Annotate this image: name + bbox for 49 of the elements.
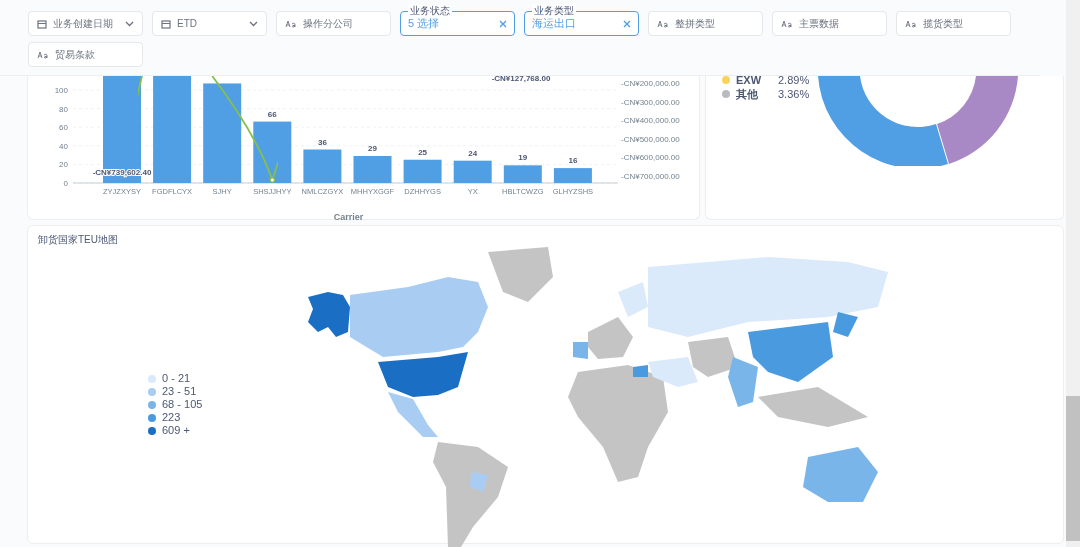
- y-axis-label: 0: [63, 179, 68, 188]
- bar-value-label: 16: [568, 156, 578, 166]
- filter-value: 5 选择: [408, 16, 441, 32]
- legend-value: 2.89%: [778, 73, 810, 87]
- y-axis-label: -CN¥700,000.00: [621, 171, 680, 181]
- filter-field[interactable]: 主票数据: [772, 11, 887, 36]
- bar-value-label: 25: [418, 147, 428, 157]
- y-axis-label: -CN¥500,000.00: [621, 134, 680, 144]
- filter-field[interactable]: 揽货类型: [896, 11, 1011, 36]
- x-axis-title: Carrier: [333, 211, 364, 224]
- filter-label: 业务状态: [408, 5, 452, 17]
- filter-label: 揽货类型: [923, 17, 964, 31]
- bar-value-label: 24: [468, 148, 478, 158]
- filter-label: 整拼类型: [675, 17, 716, 31]
- filter-label: 主票数据: [799, 17, 840, 31]
- legend-value: 3.36%: [778, 87, 810, 101]
- y-axis-label: 40: [59, 141, 68, 151]
- y-axis-label: -CN¥300,000.00: [621, 97, 680, 107]
- y-axis-label: 60: [59, 123, 68, 133]
- legend-label: 0 - 21: [162, 372, 191, 385]
- filter-label: 业务类型: [532, 5, 576, 17]
- line-value-label: -CN¥127,768.00: [491, 76, 551, 83]
- filter-label: 业务创建日期: [53, 17, 114, 31]
- map-title: 卸货国家TEU地图: [38, 233, 119, 247]
- legend-label: 609 +: [162, 424, 190, 437]
- filter-label: 贸易条款: [55, 48, 96, 62]
- filter-field[interactable]: 整拼类型: [648, 11, 763, 36]
- legend-label: 223: [162, 411, 181, 424]
- bar-value-label: 19: [518, 153, 528, 163]
- y-axis-label: 100: [54, 85, 68, 95]
- bar-value-label: 36: [317, 137, 327, 147]
- bar-value-label: 29: [368, 144, 377, 153]
- legend-label: 23 - 51: [162, 385, 197, 398]
- filter-field[interactable]: 贸易条款: [28, 42, 143, 67]
- y-axis-label: -CN¥600,000.00: [621, 153, 680, 162]
- filter-field[interactable]: 业务创建日期: [28, 11, 143, 36]
- filter-label: ETD: [177, 17, 198, 31]
- filter-field[interactable]: 操作分公司: [276, 11, 391, 36]
- bar-value-label: 66: [267, 109, 277, 119]
- filter-value: 海运出口: [532, 16, 577, 32]
- legend-label: 其他: [736, 87, 759, 101]
- filter-label: 操作分公司: [303, 17, 354, 31]
- y-axis-label: 20: [59, 160, 68, 170]
- y-axis-label: -CN¥400,000.00: [621, 116, 680, 125]
- legend-label: 68 - 105: [162, 398, 203, 411]
- legend-label: EXW: [736, 73, 763, 87]
- y-axis-label: 80: [59, 104, 68, 114]
- y-axis-label: -CN¥200,000.00: [621, 79, 680, 88]
- filter-field[interactable]: ETD: [152, 11, 267, 36]
